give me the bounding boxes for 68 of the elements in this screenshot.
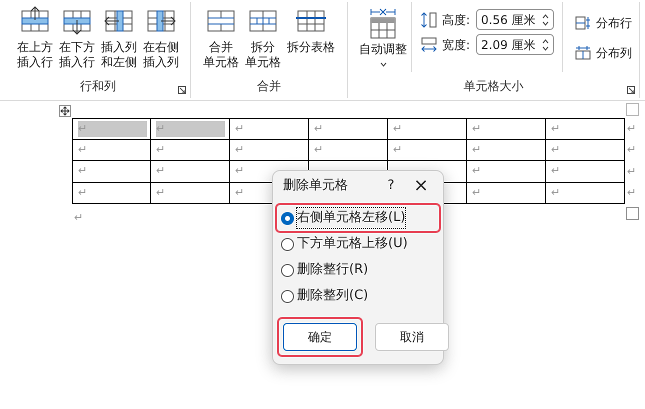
ribbon-button[interactable]: 合并 单元格 (200, 2, 242, 77)
table-cell: ↵ (151, 118, 230, 140)
table-cell: ↵ (230, 118, 309, 140)
distribute-columns-button[interactable]: 分布列 (575, 44, 632, 62)
table-cell: ↵ (72, 140, 151, 161)
dialog-launcher-icon[interactable] (627, 86, 635, 94)
radio-option[interactable]: 删除整行(R) (281, 260, 368, 280)
ribbon-button[interactable]: 在下方 插入行 (56, 2, 98, 77)
spin-arrows-icon[interactable] (542, 38, 549, 52)
row-end-mark: ↵ (627, 120, 636, 136)
spin-field[interactable]: 2.09 厘米 (476, 34, 554, 55)
table-cell: ↵ (72, 118, 151, 140)
dialog-button[interactable]: 取消 (375, 323, 449, 351)
radio-option[interactable]: 下方单元格上移(U) (281, 234, 408, 254)
table-cell: ↵ (467, 161, 546, 182)
radio-button[interactable] (281, 238, 294, 250)
table-cell: ↵ (467, 118, 546, 140)
radio-option[interactable]: 右侧单元格左移(L) (281, 208, 406, 228)
ribbon-button[interactable]: 拆分表格 (284, 2, 338, 77)
table-cell: ↵ (546, 161, 625, 182)
row-end-mark: ↵ (627, 164, 636, 180)
row-end-mark: ↵ (627, 142, 636, 158)
table-cell: ↵ (151, 182, 230, 204)
dropdown-caret-icon (380, 62, 386, 67)
table-cell: ↵ (546, 182, 625, 204)
radio-option[interactable]: 删除整列(C) (281, 286, 368, 306)
distribute-rows-icon (575, 16, 591, 30)
field-label: 宽度: (442, 36, 472, 54)
group-label: 合并 (257, 78, 281, 95)
table-cell: ↵ (230, 140, 309, 161)
autofit-button[interactable]: 自动调整 (355, 2, 412, 72)
radio-button[interactable] (281, 264, 294, 276)
spin-field[interactable]: 0.56 厘米 (476, 9, 554, 30)
table-cell: ↵ (309, 140, 388, 161)
ribbon-button[interactable]: 在右侧 插入列 (140, 2, 182, 77)
table-cell: ↵ (72, 182, 151, 204)
table-cell: ↵ (546, 118, 625, 140)
dialog-button[interactable]: 确定 (283, 323, 357, 351)
table-cell: ↵ (388, 140, 467, 161)
group-label: 行和列 (80, 78, 116, 95)
row-end-mark: ↵ (627, 185, 636, 201)
column-width-icon (420, 36, 438, 54)
table-cell: ↵ (467, 140, 546, 161)
table-cell: ↵ (309, 118, 388, 140)
dialog-launcher-icon[interactable] (178, 86, 186, 94)
radio-button[interactable] (281, 290, 294, 302)
help-button[interactable]: ? (379, 176, 403, 196)
table-move-handle-icon[interactable] (59, 105, 71, 117)
page-corner-mark (626, 103, 639, 116)
ribbon-button[interactable]: 插入列 和左侧 (98, 2, 140, 77)
spin-arrows-icon[interactable] (542, 12, 549, 26)
ribbon-button[interactable]: 在上方 插入行 (14, 2, 56, 77)
table-cell: ↵ (72, 161, 151, 182)
table-cell: ↵ (151, 140, 230, 161)
group-label: 单元格大小 (464, 78, 524, 95)
table-cell: ↵ (151, 161, 230, 182)
resize-handle[interactable] (626, 207, 639, 220)
distribute-rows-button[interactable]: 分布行 (575, 14, 632, 32)
table-cell: ↵ (546, 140, 625, 161)
row-height-icon (420, 10, 438, 28)
table-cell: ↵ (467, 182, 546, 204)
table-cell: ↵ (388, 118, 467, 140)
paragraph-mark: ↵ (74, 210, 84, 226)
ribbon-button[interactable]: 拆分 单元格 (242, 2, 284, 77)
close-button[interactable]: × (403, 177, 439, 195)
radio-button[interactable] (281, 212, 294, 224)
distribute-columns-icon (575, 46, 591, 60)
field-label: 高度: (442, 12, 472, 28)
